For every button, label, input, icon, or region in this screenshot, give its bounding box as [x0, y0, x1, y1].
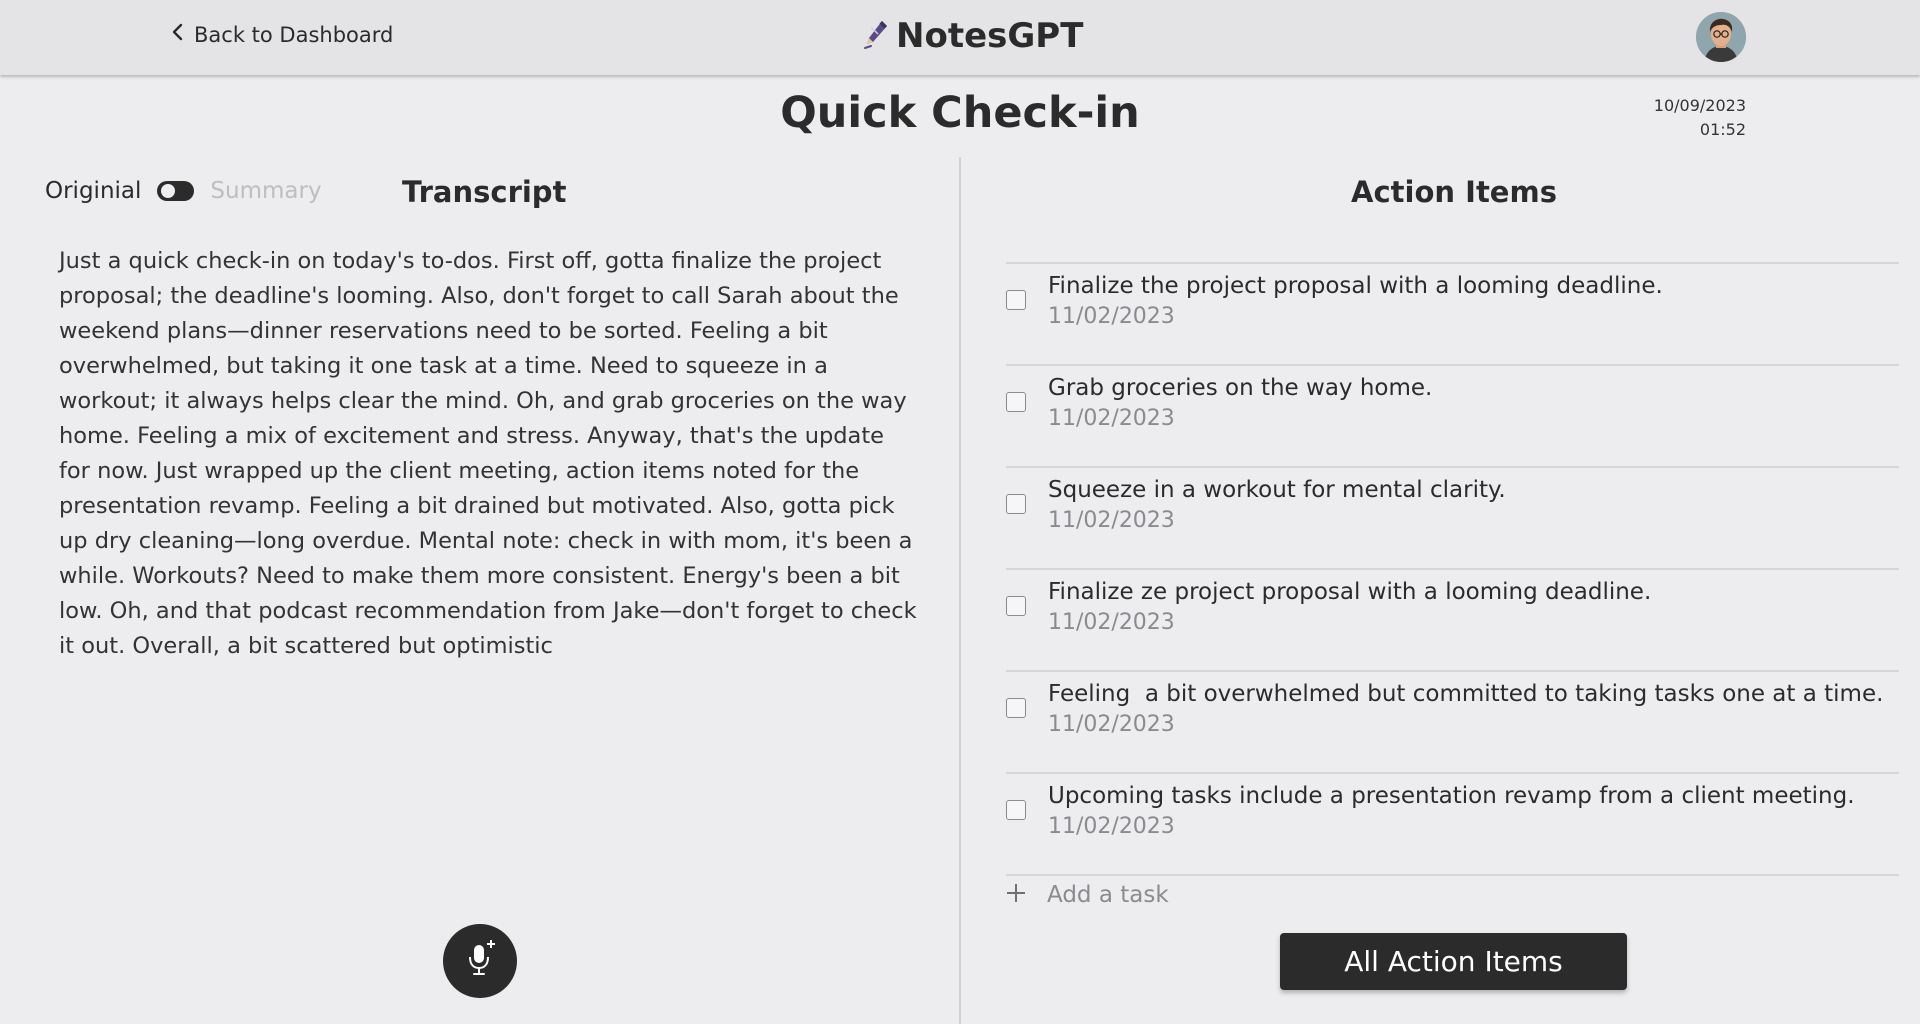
action-item-date: 11/02/2023 — [1048, 508, 1175, 533]
top-bar: Back to Dashboard NotesGPT — [0, 0, 1920, 75]
action-item-date: 11/02/2023 — [1048, 406, 1175, 431]
action-item-date: 11/02/2023 — [1048, 814, 1175, 839]
note-title: Quick Check-in — [780, 88, 1140, 138]
action-items-list: Finalize the project proposal with a loo… — [1006, 262, 1899, 876]
action-item-text: Squeeze in a workout for mental clarity. — [1048, 477, 1506, 503]
action-items-heading: Action Items — [1351, 175, 1557, 209]
brand-name: NotesGPT — [896, 16, 1084, 56]
back-to-dashboard-link[interactable]: Back to Dashboard — [170, 22, 393, 47]
action-item-checkbox[interactable] — [1006, 800, 1026, 820]
add-task-placeholder: Add a task — [1047, 882, 1169, 908]
record-button[interactable] — [443, 924, 517, 998]
action-item-checkbox[interactable] — [1006, 698, 1026, 718]
toggle-summary-label[interactable]: Summary — [210, 178, 321, 204]
action-item-text: Grab groceries on the way home. — [1048, 375, 1433, 401]
action-item-date: 11/02/2023 — [1048, 304, 1175, 329]
transcript-text: Just a quick check-in on today's to-dos.… — [59, 248, 917, 659]
panel-divider — [959, 157, 961, 1024]
plus-icon — [1005, 882, 1027, 908]
note-date: 10/09/2023 — [1653, 96, 1746, 115]
all-action-items-button[interactable]: All Action Items — [1280, 933, 1627, 990]
microphone-plus-icon — [460, 937, 500, 985]
action-item-text: Finalize the project proposal with a loo… — [1048, 273, 1663, 299]
action-item: Feeling a bit overwhelmed but committed … — [1006, 672, 1899, 774]
user-avatar[interactable] — [1696, 12, 1746, 62]
action-item: Upcoming tasks include a presentation re… — [1006, 774, 1899, 876]
action-item-date: 11/02/2023 — [1048, 712, 1175, 737]
brand-logo: NotesGPT — [862, 16, 1083, 56]
action-item-checkbox[interactable] — [1006, 290, 1026, 310]
toggle-knob — [161, 184, 176, 198]
action-item-text: Upcoming tasks include a presentation re… — [1048, 783, 1855, 809]
action-item-text: Feeling a bit overwhelmed but committed … — [1048, 681, 1884, 707]
back-link-label: Back to Dashboard — [194, 22, 394, 47]
action-item: Finalize ze project proposal with a loom… — [1006, 570, 1899, 672]
view-toggle-switch[interactable] — [157, 181, 195, 201]
action-item-text: Finalize ze project proposal with a loom… — [1048, 579, 1652, 605]
action-item-checkbox[interactable] — [1006, 392, 1026, 412]
toggle-original-label[interactable]: Originial — [45, 178, 141, 204]
original-summary-toggle: Originial Summary — [45, 178, 322, 204]
action-item-checkbox[interactable] — [1006, 494, 1026, 514]
transcript-heading: Transcript — [402, 175, 567, 209]
note-datetime: 10/09/2023 01:52 — [1654, 94, 1746, 142]
action-item: Grab groceries on the way home. 11/02/20… — [1006, 366, 1899, 468]
add-task-input[interactable]: Add a task — [1005, 882, 1169, 908]
chevron-left-icon — [170, 22, 186, 47]
action-item: Squeeze in a workout for mental clarity.… — [1006, 468, 1899, 570]
pen-icon — [862, 18, 890, 54]
note-time: 01:52 — [1699, 120, 1746, 139]
action-item-date: 11/02/2023 — [1048, 610, 1175, 635]
action-item-checkbox[interactable] — [1006, 596, 1026, 616]
action-item: Finalize the project proposal with a loo… — [1006, 264, 1899, 366]
